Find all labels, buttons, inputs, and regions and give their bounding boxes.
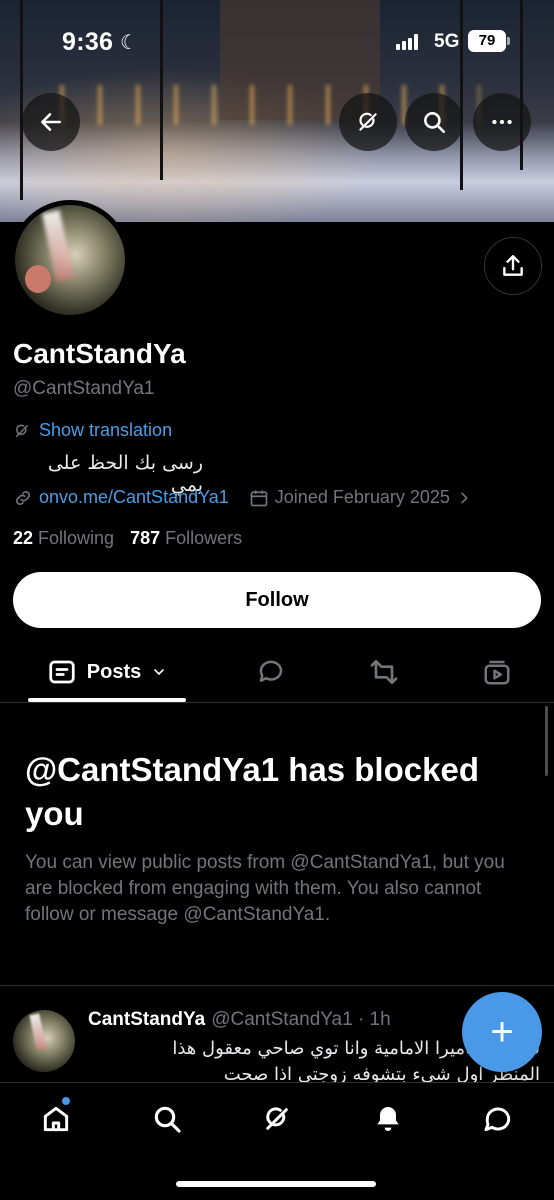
blocked-title: @CantStandYa1 has blocked you xyxy=(25,751,479,832)
followers-stat[interactable]: 787 Followers xyxy=(130,528,242,549)
retweet-icon xyxy=(370,660,398,684)
display-name: CantStandYa xyxy=(13,338,186,369)
battery-icon xyxy=(507,37,510,45)
grok-button[interactable] xyxy=(339,93,397,151)
tab-reposts[interactable] xyxy=(355,643,413,701)
home-icon xyxy=(43,1106,69,1132)
tab-posts-label: Posts xyxy=(86,660,142,683)
share-button[interactable] xyxy=(484,237,542,295)
search-icon xyxy=(424,112,446,134)
show-translation-label: Show translation xyxy=(39,420,173,440)
nav-messages[interactable] xyxy=(478,1099,518,1139)
divider xyxy=(0,985,554,986)
grok-icon xyxy=(266,1107,288,1130)
calendar-icon xyxy=(250,490,268,506)
battery-level: 79 xyxy=(468,30,506,52)
profile-tabs: Posts xyxy=(0,643,554,703)
followers-label: Followers xyxy=(165,528,243,548)
scrollbar[interactable] xyxy=(545,706,548,776)
grok-icon xyxy=(359,112,377,131)
joined-date[interactable]: Joined February 2025 xyxy=(249,487,472,508)
profile-meta: onvo.me/CantStandYa1 Joined February 202… xyxy=(13,487,472,508)
tab-posts[interactable]: Posts xyxy=(28,643,186,701)
more-button[interactable] xyxy=(473,93,531,151)
compose-button[interactable]: + xyxy=(462,992,542,1072)
user-handle: @CantStandYa1 xyxy=(13,378,155,399)
chevron-down-icon xyxy=(154,669,165,676)
active-tab-indicator xyxy=(28,698,186,702)
tweet-text-line: المنظر اول شيء بتشوفه زوجتي اذا صحت xyxy=(223,1064,540,1084)
show-translation-link[interactable]: Show translation xyxy=(13,420,172,441)
nav-explore[interactable] xyxy=(147,1099,187,1139)
profile-website-link[interactable]: onvo.me/CantStandYa1 xyxy=(39,487,229,508)
back-button[interactable] xyxy=(22,93,80,151)
notifications-icon xyxy=(377,1107,399,1131)
tweet-handle-time: @CantStandYa1 · 1h xyxy=(211,1009,391,1030)
status-time: 9:36 xyxy=(62,28,114,56)
home-notification-dot xyxy=(62,1097,70,1105)
following-stat[interactable]: 22 Following xyxy=(13,528,114,549)
tweet-avatar[interactable] xyxy=(13,1010,75,1072)
signal-icon xyxy=(396,34,418,50)
search-button[interactable] xyxy=(405,93,463,151)
translate-icon xyxy=(16,424,28,437)
blocked-message: You can view public posts from @CantStan… xyxy=(25,852,505,925)
home-indicator xyxy=(176,1181,376,1187)
media-icon xyxy=(484,660,510,685)
tab-media[interactable] xyxy=(468,643,526,701)
nav-grok[interactable] xyxy=(257,1099,297,1139)
posts-tab-icon xyxy=(49,660,75,684)
status-bar: 9:36 ☾ 5G 79 xyxy=(0,0,554,82)
tab-replies[interactable] xyxy=(242,643,300,701)
profile-avatar[interactable] xyxy=(10,200,130,320)
nav-notifications[interactable] xyxy=(368,1099,408,1139)
link-icon xyxy=(16,490,30,505)
back-arrow-icon xyxy=(41,113,61,131)
following-count: 22 xyxy=(13,528,34,548)
joined-label: Joined February 2025 xyxy=(274,487,450,507)
moon-icon: ☾ xyxy=(120,32,138,54)
nav-home[interactable] xyxy=(36,1099,76,1139)
following-label: Following xyxy=(38,528,115,548)
tweet-header: CantStandYa @CantStandYa1 · 1h xyxy=(88,1009,391,1031)
follow-stats: 22 Following 787 Followers xyxy=(13,528,242,549)
follow-button[interactable]: Follow xyxy=(13,572,541,628)
followers-count: 787 xyxy=(130,528,161,548)
tweet-author-name[interactable]: CantStandYa xyxy=(88,1009,205,1031)
network-type: 5G xyxy=(434,31,460,52)
explore-icon xyxy=(154,1106,181,1133)
chevron-right-icon xyxy=(461,492,468,503)
messages-icon xyxy=(484,1107,511,1132)
more-icon xyxy=(492,119,512,125)
replies-icon xyxy=(259,660,283,682)
share-icon xyxy=(503,255,523,276)
